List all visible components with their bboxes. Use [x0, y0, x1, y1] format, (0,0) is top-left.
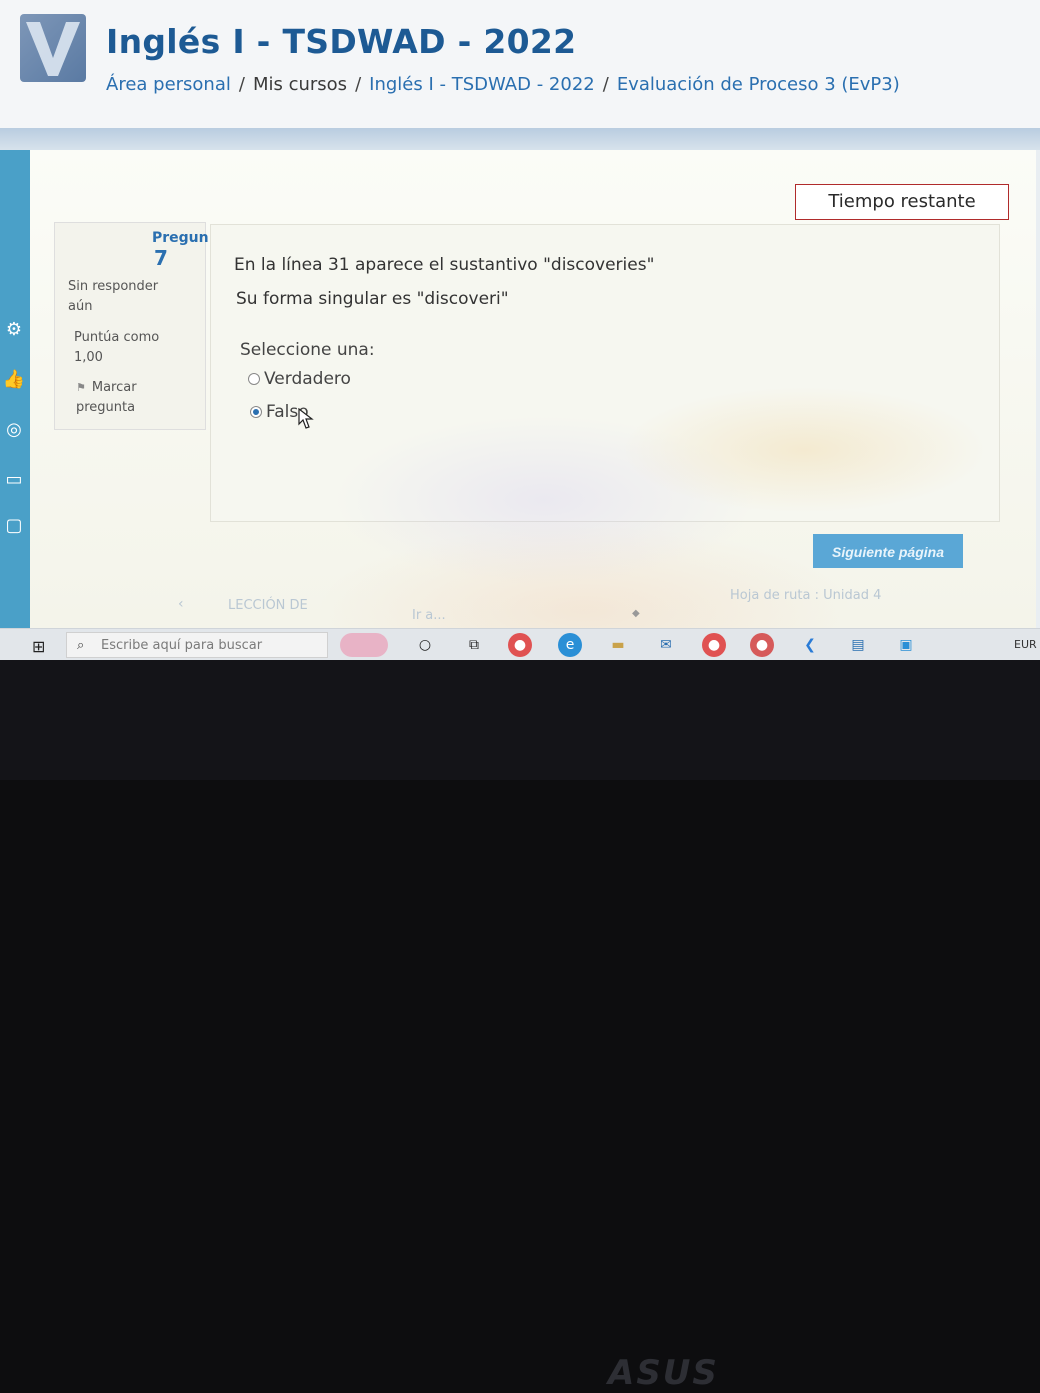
question-state: Sin responder aún — [68, 279, 159, 314]
time-remaining: Tiempo restante 0:47:33 — [795, 184, 1009, 246]
chevron-left-icon[interactable]: ‹ — [178, 596, 184, 612]
logo-mark-icon — [26, 22, 80, 76]
side-drawer: ⚙ 👍 ◎ ▭ ▢ — [0, 150, 30, 630]
taskbar-search-placeholder: Escribe aquí para buscar — [101, 638, 263, 653]
laptop-bezel: ASUS — [0, 660, 1040, 1393]
next-activity-link[interactable]: Hoja de ruta : Unidad 4 — [730, 588, 881, 603]
mouse-pointer-icon — [298, 408, 314, 429]
next-page-button[interactable]: Siguiente página — [813, 534, 963, 568]
breadcrumb-separator: / — [602, 74, 609, 95]
chrome-icon[interactable]: ● — [508, 633, 532, 657]
option-verdadero[interactable]: Verdadero — [248, 369, 351, 389]
calendar-icon[interactable]: ▭ — [2, 468, 26, 492]
question-text-line2: Su forma singular es "discoveri" — [236, 289, 509, 309]
radio-falso[interactable] — [250, 406, 262, 418]
breadcrumb: Área personal / Mis cursos / Inglés I - TSDW… — [106, 74, 900, 95]
weather-widget-icon[interactable] — [340, 633, 388, 657]
store-icon[interactable]: ▤ — [846, 633, 870, 657]
jump-to-select[interactable]: Ir a... — [412, 608, 446, 623]
settings-icon[interactable]: ⚙ — [2, 318, 26, 342]
previous-activity-link[interactable]: LECCIÓN DE — [228, 598, 308, 613]
files-icon[interactable]: ▢ — [2, 514, 26, 538]
cortana-icon[interactable]: ○ — [413, 633, 437, 657]
chrome-alt-icon[interactable]: ● — [750, 633, 774, 657]
thumbs-up-icon[interactable]: 👍 — [2, 368, 26, 392]
brand-logo: ASUS — [608, 1353, 719, 1393]
breadcrumb-area-personal[interactable]: Área personal — [106, 74, 231, 95]
edge-icon[interactable]: e — [558, 633, 582, 657]
file-explorer-icon[interactable]: ▬ — [606, 633, 630, 657]
answer-prompt: Seleccione una: — [240, 340, 375, 360]
flag-question-link[interactable]: ⚑ Marcar pregunta — [76, 378, 186, 418]
task-view-icon[interactable]: ⧉ — [462, 633, 486, 657]
question-number: 7 — [154, 246, 168, 270]
vscode-icon[interactable]: ❮ — [798, 633, 822, 657]
laptop-screen: Inglés I - TSDWAD - 2022 Área personal / M… — [0, 0, 1040, 660]
breadcrumb-separator: / — [355, 74, 362, 95]
app-icon[interactable]: ▣ — [894, 633, 918, 657]
breadcrumb-mis-cursos[interactable]: Mis cursos — [253, 74, 347, 95]
breadcrumb-quiz[interactable]: Evaluación de Proceso 3 (EvP3) — [617, 74, 900, 95]
search-icon: ⌕ — [77, 638, 85, 653]
mail-icon[interactable]: ✉ — [654, 633, 678, 657]
taskbar-search-input[interactable]: ⌕ Escribe aquí para buscar — [66, 632, 328, 658]
question-grade: Puntúa como 1,00 — [74, 330, 160, 365]
keyboard-language[interactable]: EUR — [1014, 638, 1037, 651]
chrome-profile-icon[interactable]: ● — [702, 633, 726, 657]
windows-start-icon[interactable]: ⊞ — [32, 637, 45, 656]
dashboard-icon[interactable]: ◎ — [2, 418, 26, 442]
breadcrumb-course[interactable]: Inglés I - TSDWAD - 2022 — [369, 74, 595, 95]
option-verdadero-label: Verdadero — [264, 369, 351, 389]
page-header: Inglés I - TSDWAD - 2022 Área personal / M… — [0, 0, 1040, 128]
flag-icon: ⚑ — [76, 381, 86, 394]
header-divider — [0, 128, 1040, 150]
site-logo[interactable] — [20, 14, 86, 82]
question-text-line1: En la línea 31 aparece el sustantivo "di… — [234, 255, 655, 275]
breadcrumb-separator: / — [238, 74, 245, 95]
select-caret-icon: ◆ — [632, 608, 640, 619]
radio-verdadero[interactable] — [248, 373, 260, 385]
question-label: Pregun — [152, 230, 209, 246]
course-title: Inglés I - TSDWAD - 2022 — [106, 22, 577, 61]
windows-taskbar: ⊞ ⌕ Escribe aquí para buscar ○ ⧉ ● e ▬ ✉… — [0, 628, 1040, 660]
